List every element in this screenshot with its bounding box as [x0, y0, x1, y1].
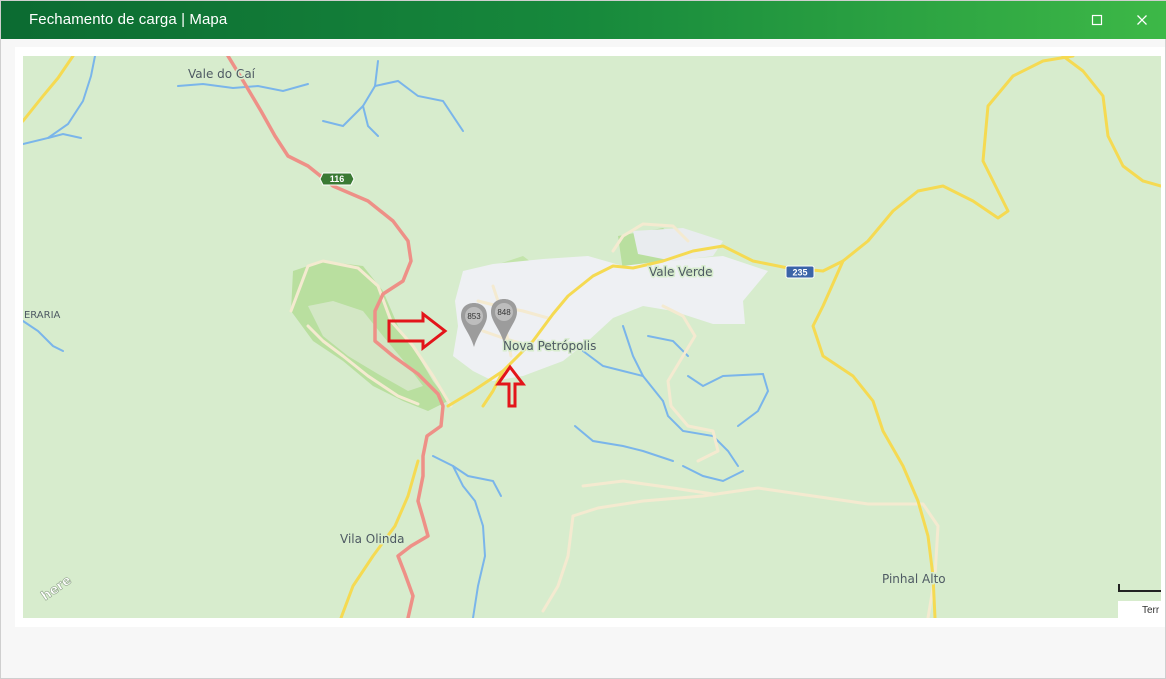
place-ieraria: IERARIA	[23, 310, 61, 321]
map-view[interactable]: 116 235 Vale do Caí Vale Verde Nova Petr…	[23, 56, 1161, 618]
place-vila-olinda: Vila Olinda	[340, 532, 404, 546]
title-bar[interactable]: Fechamento de carga | Mapa	[1, 1, 1166, 39]
maximize-icon	[1091, 14, 1103, 26]
terrain-label: Terr	[1142, 605, 1160, 616]
shield-br116-label: 116	[330, 174, 345, 184]
place-nova-petropolis: Nova Petrópolis	[503, 339, 596, 353]
shield-rs235: 235	[785, 265, 815, 279]
place-pinhal-alto: Pinhal Alto	[882, 572, 946, 586]
scale-bar	[1118, 584, 1161, 592]
close-icon	[1137, 15, 1147, 25]
shield-rs235-label: 235	[792, 268, 807, 278]
marker-label: 848	[497, 308, 511, 317]
terrain-toggle[interactable]: Terr	[1118, 601, 1161, 618]
shield-br116: 116	[319, 172, 355, 186]
place-vale-do-cai: Vale do Caí	[188, 67, 256, 81]
app-window: Fechamento de carga | Mapa 116 235 Vale …	[0, 0, 1166, 679]
maximize-button[interactable]	[1074, 1, 1120, 39]
marker-label: 853	[467, 312, 481, 321]
window-title: Fechamento de carga | Mapa	[29, 11, 228, 28]
place-vale-verde: Vale Verde	[649, 265, 713, 279]
map-canvas[interactable]: 116 235 Vale do Caí Vale Verde Nova Petr…	[23, 56, 1161, 618]
close-button[interactable]	[1119, 1, 1165, 39]
